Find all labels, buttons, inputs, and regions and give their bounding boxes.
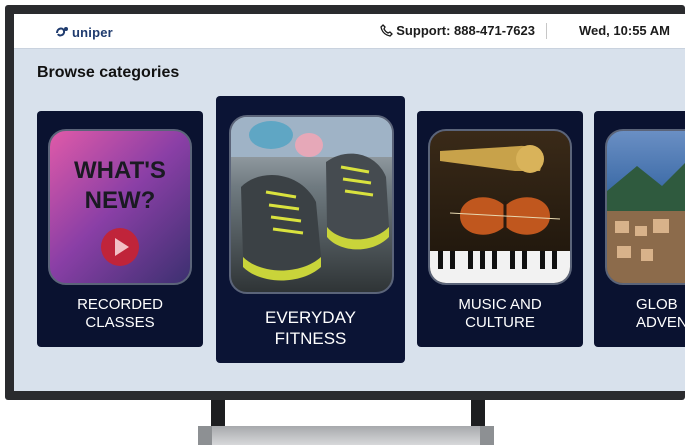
whats-new-line1: WHAT'S bbox=[74, 157, 166, 184]
category-card-global-adventures[interactable]: GLOB ADVENT bbox=[594, 111, 685, 347]
whats-new-thumbnail: WHAT'S NEW? bbox=[48, 129, 192, 285]
header-divider bbox=[546, 23, 547, 39]
whats-new-line2: NEW? bbox=[84, 187, 156, 214]
music-illustration bbox=[430, 145, 570, 283]
coastal-town-image bbox=[605, 129, 685, 285]
support-phone: Support: 888-471-7623 bbox=[380, 23, 535, 38]
sneakers-image bbox=[229, 115, 394, 294]
tv-stand-leg-right bbox=[471, 400, 485, 426]
uniper-logo-icon bbox=[56, 27, 68, 37]
category-label: RECORDED CLASSES bbox=[37, 296, 203, 333]
sneakers-illustration bbox=[231, 117, 392, 281]
page-title: Browse categories bbox=[37, 64, 180, 81]
label-line: ADVENT bbox=[636, 314, 685, 332]
phone-icon bbox=[380, 24, 394, 37]
tv-stand-base-right bbox=[480, 426, 494, 445]
label-line: GLOB bbox=[636, 296, 678, 313]
label-line: EVERYDAY bbox=[264, 308, 357, 327]
category-card-music-and-culture[interactable]: MUSIC AND CULTURE bbox=[417, 111, 583, 347]
logo-text: uniper bbox=[72, 24, 113, 40]
play-icon bbox=[101, 228, 139, 266]
whats-new-text: WHAT'S NEW? bbox=[50, 156, 190, 216]
category-card-everyday-fitness[interactable]: EVERYDAY FITNESS bbox=[216, 96, 405, 363]
label-line: FITNESS bbox=[274, 328, 347, 348]
tv-screen: uniper Support: 888-471-7623 Wed, 10:55 … bbox=[14, 14, 685, 391]
uniper-logo: uniper bbox=[54, 23, 113, 41]
top-bar: uniper Support: 888-471-7623 Wed, 10:55 … bbox=[14, 14, 685, 49]
town-illustration bbox=[607, 163, 685, 283]
label-line: MUSIC AND bbox=[458, 296, 542, 313]
violin-saxophone-image bbox=[428, 129, 572, 285]
label-line: CLASSES bbox=[85, 314, 155, 332]
label-line: CULTURE bbox=[465, 314, 535, 332]
tv-stand-base bbox=[198, 426, 494, 445]
support-text: Support: 888-471-7623 bbox=[396, 23, 535, 38]
category-label: GLOB ADVENT bbox=[594, 296, 685, 333]
category-label: EVERYDAY FITNESS bbox=[216, 308, 405, 349]
date-time: Wed, 10:55 AM bbox=[578, 23, 670, 38]
tv-stand-base-left bbox=[198, 426, 212, 445]
label-line: RECORDED bbox=[77, 296, 163, 313]
category-label: MUSIC AND CULTURE bbox=[417, 296, 583, 333]
tv-stand-leg-left bbox=[211, 400, 225, 426]
category-card-recorded-classes[interactable]: WHAT'S NEW? RECORDED CLASSES bbox=[37, 111, 203, 347]
